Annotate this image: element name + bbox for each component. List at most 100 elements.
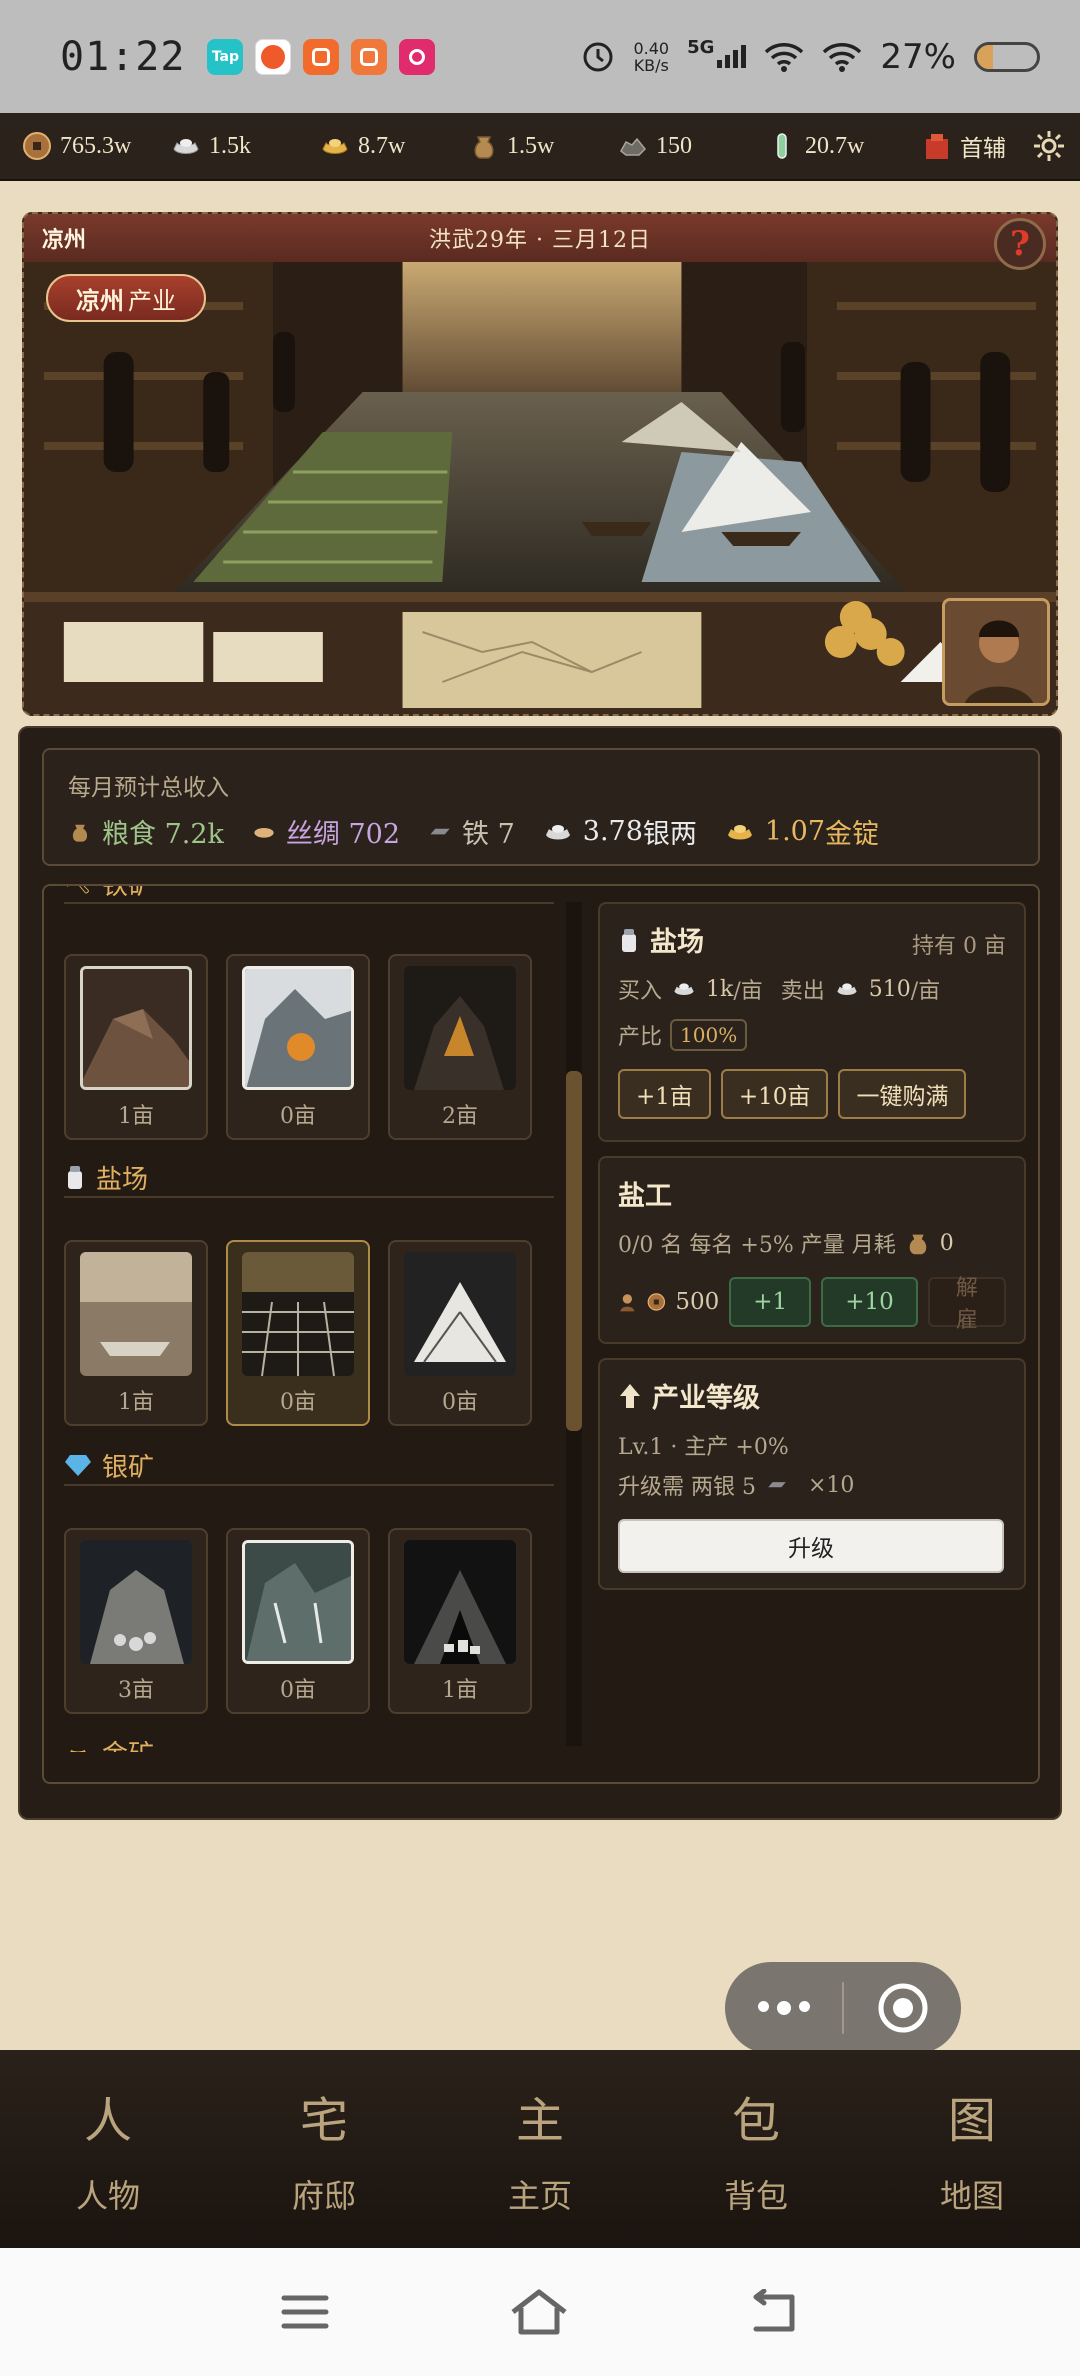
wifi-icon-2	[823, 42, 862, 72]
system-nav-bar	[0, 2248, 1080, 2376]
income-title: 每月预计总收入	[68, 775, 229, 801]
gold-ingot-icon	[70, 1749, 86, 1752]
iron-bar-icon	[768, 1482, 786, 1488]
fire-button[interactable]: 解雇	[927, 1276, 1006, 1333]
silver-plot-image	[80, 1540, 192, 1664]
buy-1-acre-button[interactable]: +1亩	[618, 1069, 711, 1119]
income-silver: 3.78 银两	[543, 812, 697, 851]
region-industry-button[interactable]: 凉州 产业	[46, 274, 206, 322]
game-date: 洪武29年 · 三月12日	[429, 228, 651, 253]
clock: 01:22	[60, 33, 186, 80]
alarm-icon	[583, 42, 613, 71]
menu-icon[interactable]	[280, 2292, 330, 2332]
advisor-avatar[interactable]	[942, 598, 1050, 706]
silver-ingot-icon	[173, 139, 199, 154]
silver-plot-image	[242, 1540, 354, 1664]
land-tile-silver-3[interactable]: 1亩	[388, 1528, 532, 1714]
arrow-up-icon	[620, 1383, 640, 1408]
resource-copper: 765.3w	[22, 131, 171, 161]
income-gold: 1.07 金锭	[725, 812, 879, 851]
salt-plot-image	[80, 1252, 192, 1376]
resource-jade: 20.7w	[767, 131, 916, 161]
battery-icon	[974, 41, 1040, 72]
resource-bar: 765.3w 1.5k 8.7w 1.5w 150 20.7w 首辅	[0, 113, 1080, 181]
resource-gold: 8.7w	[320, 131, 469, 161]
nav-home[interactable]: 主主页	[432, 2050, 648, 2248]
iron-bar-icon	[430, 828, 450, 834]
land-tile-salt-2[interactable]: 0亩	[226, 1240, 370, 1426]
iron-plot-image	[242, 966, 354, 1090]
worker-info: 0/0 名 每名 +5% 产量 月耗 0	[618, 1230, 954, 1259]
upgrade-button[interactable]: 升级	[618, 1519, 1004, 1573]
pickaxe-icon: ⛏	[64, 886, 92, 896]
diamond-icon	[65, 1455, 91, 1476]
settings-gear-icon[interactable]	[1032, 129, 1066, 163]
home-icon[interactable]	[509, 2288, 569, 2336]
cell-signal-icon: 5G	[687, 37, 747, 68]
back-icon[interactable]	[748, 2289, 800, 2335]
output-ratio-badge: 100%	[670, 1019, 748, 1051]
land-tile-silver-2[interactable]: 0亩	[226, 1528, 370, 1714]
salt-shaker-icon	[622, 928, 636, 952]
nav-mansion[interactable]: 宅府邸	[216, 2050, 432, 2248]
nav-map[interactable]: 图地图	[864, 2050, 1080, 2248]
hire-cost: 500	[675, 1289, 720, 1315]
official-seal-icon	[926, 134, 948, 159]
section-header-iron: ⛏铁矿	[64, 886, 554, 904]
land-tile-iron-3[interactable]: 2亩	[388, 954, 532, 1140]
industry-hall-illustration	[24, 262, 1056, 714]
question-mark-icon: ?	[1010, 224, 1030, 264]
jade-icon	[777, 133, 787, 159]
nav-bag[interactable]: 包背包	[648, 2050, 864, 2248]
bottom-nav: 人人物 宅府邸 主主页 包背包 图地图	[0, 2050, 1080, 2248]
miniprogram-capsule	[725, 1962, 961, 2054]
buy-max-button[interactable]: 一键购满	[838, 1069, 967, 1119]
iron-ore-icon	[620, 137, 647, 156]
help-button[interactable]: ?	[994, 218, 1046, 270]
price-line: 买入 1k/亩 卖出 510/亩	[618, 976, 941, 1005]
section-header-silver: 银矿	[64, 1446, 554, 1486]
kuaishou-lite-app-icon	[351, 38, 388, 75]
close-miniprogram-button[interactable]	[844, 1981, 961, 2035]
grain-sack-icon	[72, 824, 88, 842]
owned-acres: 持有 0 亩	[912, 934, 1006, 959]
ratio-line: 产比 100%	[618, 1019, 1006, 1051]
hire-1-button[interactable]: +1	[729, 1277, 812, 1327]
battery-percent: 27%	[880, 36, 956, 77]
target-circle-icon	[878, 1983, 927, 2033]
region-banner: 凉州 洪武29年 · 三月12日 ? 凉州 产业	[22, 212, 1058, 716]
salt-plot-image	[404, 1252, 516, 1376]
more-options-button[interactable]	[725, 2001, 842, 2015]
salt-field-title: 盐场	[650, 927, 704, 958]
iron-plot-image	[404, 966, 516, 1090]
banner-header: 凉州 洪武29年 · 三月12日	[24, 214, 1056, 262]
land-tile-silver-1[interactable]: 3亩	[64, 1528, 208, 1714]
scrollbar-thumb[interactable]	[566, 1071, 582, 1431]
level-info: Lv.1 · 主产 +0%	[618, 1435, 789, 1460]
industry-list[interactable]: ⛏铁矿 1亩 0亩 2亩	[54, 886, 574, 1752]
salt-shaker-icon	[68, 1166, 82, 1189]
rank-badge[interactable]: 首辅	[922, 129, 1006, 163]
grain-sack-icon	[909, 1234, 927, 1255]
resource-grain: 1.5w	[469, 131, 618, 161]
nav-character[interactable]: 人人物	[0, 2050, 216, 2248]
silver-ingot-icon	[837, 983, 857, 995]
silver-ingot-icon	[674, 983, 694, 995]
copper-coin-icon	[647, 1293, 665, 1311]
industry-level-card: 产业等级 Lv.1 · 主产 +0% 升级需 两银 5 ×10 升级	[598, 1358, 1026, 1590]
copper-coin-icon	[23, 132, 51, 160]
silk-roll-icon	[254, 827, 274, 838]
buy-10-acres-button[interactable]: +10亩	[720, 1069, 829, 1119]
silver-plot-image	[404, 1540, 516, 1664]
hire-10-button[interactable]: +10	[821, 1277, 918, 1327]
upgrade-requirement: 升级需 两银 5 ×10	[618, 1472, 855, 1501]
land-tile-salt-3[interactable]: 0亩	[388, 1240, 532, 1426]
land-tile-salt-1[interactable]: 1亩	[64, 1240, 208, 1426]
resource-silver: 1.5k	[171, 131, 320, 161]
location-name: 凉州	[42, 227, 87, 253]
silver-ingot-icon	[545, 824, 570, 839]
monthly-income-box: 每月预计总收入 粮食 7.2k 丝绸 702 铁 7 3.78 银两 1.07 金锭	[42, 748, 1040, 866]
land-tile-iron-1[interactable]: 1亩	[64, 954, 208, 1140]
land-tile-iron-2[interactable]: 0亩	[226, 954, 370, 1140]
list-scrollbar[interactable]	[566, 902, 582, 1746]
